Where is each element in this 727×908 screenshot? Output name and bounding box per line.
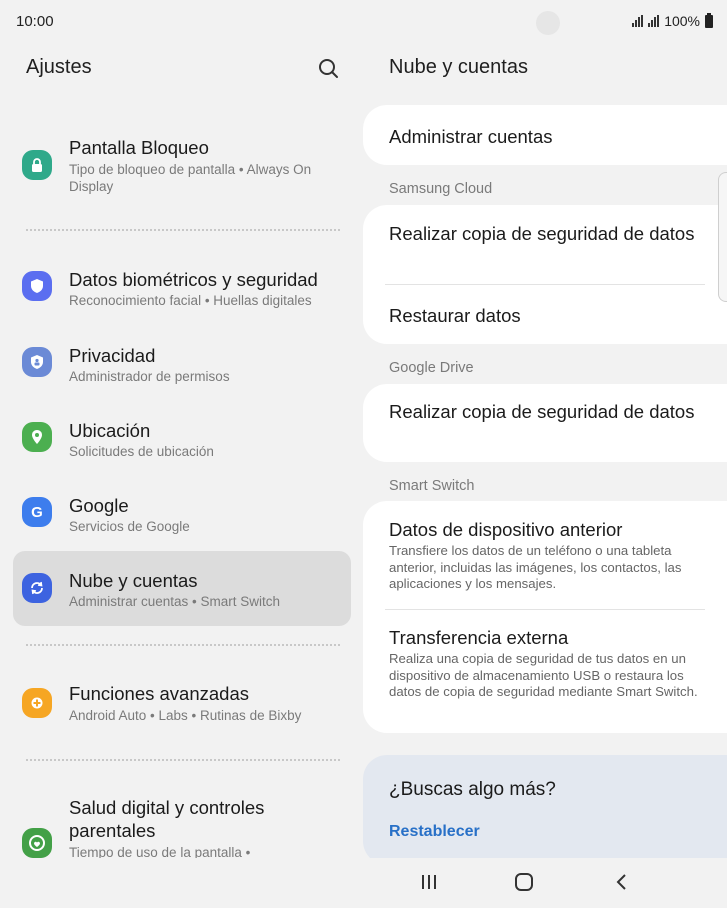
menu-item-title: Ubicación [69,420,151,441]
settings-item-google[interactable]: G Google Servicios de Google [13,488,351,548]
settings-item-cloud-accounts[interactable]: Nube y cuentas Administrar cuentas • Sma… [13,551,351,626]
divider [26,644,340,646]
sync-icon [22,573,52,603]
menu-item-subtitle: Solicitudes de ubicación [69,444,214,459]
section-header-samsung-cloud: Samsung Cloud [389,181,493,197]
gear-plus-icon [22,688,52,718]
navigation-bar [363,858,727,908]
signal-icon [632,15,644,27]
svg-text:G: G [31,504,43,521]
samsung-restore-label: Restaurar datos [389,305,521,326]
signal-icon-2 [648,15,660,27]
menu-item-subtitle: Android Auto • Labs • Rutinas de Bixby [69,708,302,723]
manage-accounts-label: Administrar cuentas [389,126,553,147]
settings-item-location[interactable]: Ubicación Solicitudes de ubicación [13,413,351,473]
settings-item-privacy[interactable]: Privacidad Administrador de permisos [13,338,351,398]
status-time: 10:00 [16,13,54,30]
manage-accounts-card[interactable]: Administrar cuentas [363,105,727,165]
location-pin-icon [22,422,52,452]
search-button[interactable] [316,56,342,82]
external-transfer-description: Realiza una copia de seguridad de tus da… [389,651,698,699]
back-button[interactable] [607,870,635,894]
cloud-accounts-pane: Nube y cuentas Administrar cuentas Samsu… [363,44,727,858]
menu-item-title: Nube y cuentas [69,570,198,591]
old-device-title: Datos de dispositivo anterior [389,519,623,540]
digital-wellbeing-icon [22,828,52,858]
samsung-backup-row[interactable]: Realizar copia de seguridad de datos [363,205,727,284]
status-bar: 10:00 100% [0,0,727,44]
recents-icon [422,875,436,889]
settings-item-digital-wellbeing[interactable]: Salud digital y controles parentales Tie… [13,790,351,858]
smart-switch-card: Datos de dispositivo anterior Transfiere… [363,501,727,733]
section-header-google-drive: Google Drive [389,360,474,376]
old-device-description: Transfiere los datos de un teléfono o un… [389,543,682,591]
samsung-restore-row[interactable]: Restaurar datos [363,285,727,344]
external-transfer-title: Transferencia externa [389,627,569,648]
page-title: Ajustes [26,56,92,78]
menu-item-title: Datos biométricos y seguridad [69,269,318,290]
search-icon [319,59,338,78]
settings-item-lock-screen[interactable]: Pantalla Bloqueo Tipo de bloqueo de pant… [13,126,351,204]
looking-for-more-title: ¿Buscas algo más? [389,779,556,800]
google-icon: G [22,497,52,527]
menu-item-subtitle: Tipo de bloqueo de pantalla • Always On … [69,162,312,194]
battery-percent: 100% [664,13,700,29]
menu-item-title: Salud digital y controles parentales [69,797,265,841]
home-icon [515,873,533,891]
looking-for-more-card: ¿Buscas algo más? Restablecer [363,755,727,858]
samsung-backup-label: Realizar copia de seguridad de datos [389,223,695,244]
menu-item-subtitle: Reconocimiento facial • Huellas digitale… [69,293,312,308]
menu-item-title: Google [69,495,129,516]
battery-icon [705,12,713,28]
scrollbar[interactable] [718,172,727,302]
menu-item-title: Pantalla Bloqueo [69,137,209,158]
settings-item-advanced-features[interactable]: Funciones avanzadas Android Auto • Labs … [13,676,351,736]
reset-link[interactable]: Restablecer [389,823,480,841]
recents-button[interactable] [415,870,443,894]
home-button[interactable] [510,870,538,894]
google-backup-label: Realizar copia de seguridad de datos [389,401,695,422]
shield-icon [22,271,52,301]
menu-item-subtitle: Administrar cuentas • Smart Switch [69,594,281,609]
menu-item-title: Privacidad [69,345,156,366]
back-icon [616,874,626,890]
menu-item-subtitle: Administrador de permisos [69,369,230,384]
settings-item-biometrics[interactable]: Datos biométricos y seguridad Reconocimi… [13,262,351,322]
external-transfer-row[interactable]: Transferencia externa Realiza una copia … [363,610,727,733]
samsung-cloud-card: Realizar copia de seguridad de datos Res… [363,205,727,344]
old-device-row[interactable]: Datos de dispositivo anterior Transfiere… [363,501,727,609]
section-header-smart-switch: Smart Switch [389,478,475,494]
front-camera [536,11,560,35]
divider [26,759,340,761]
settings-list-pane: Ajustes Pantalla Bloqueo Tipo de bloqueo… [0,44,363,858]
lock-icon [22,150,52,180]
google-backup-card[interactable]: Realizar copia de seguridad de datos [363,384,727,462]
menu-item-subtitle: Servicios de Google [69,519,190,534]
menu-item-subtitle: Tiempo de uso de la pantalla • [69,845,251,858]
privacy-icon [22,347,52,377]
detail-title: Nube y cuentas [389,56,528,78]
menu-item-title: Funciones avanzadas [69,683,249,704]
divider [26,229,340,231]
status-indicators: 100% [632,12,713,29]
